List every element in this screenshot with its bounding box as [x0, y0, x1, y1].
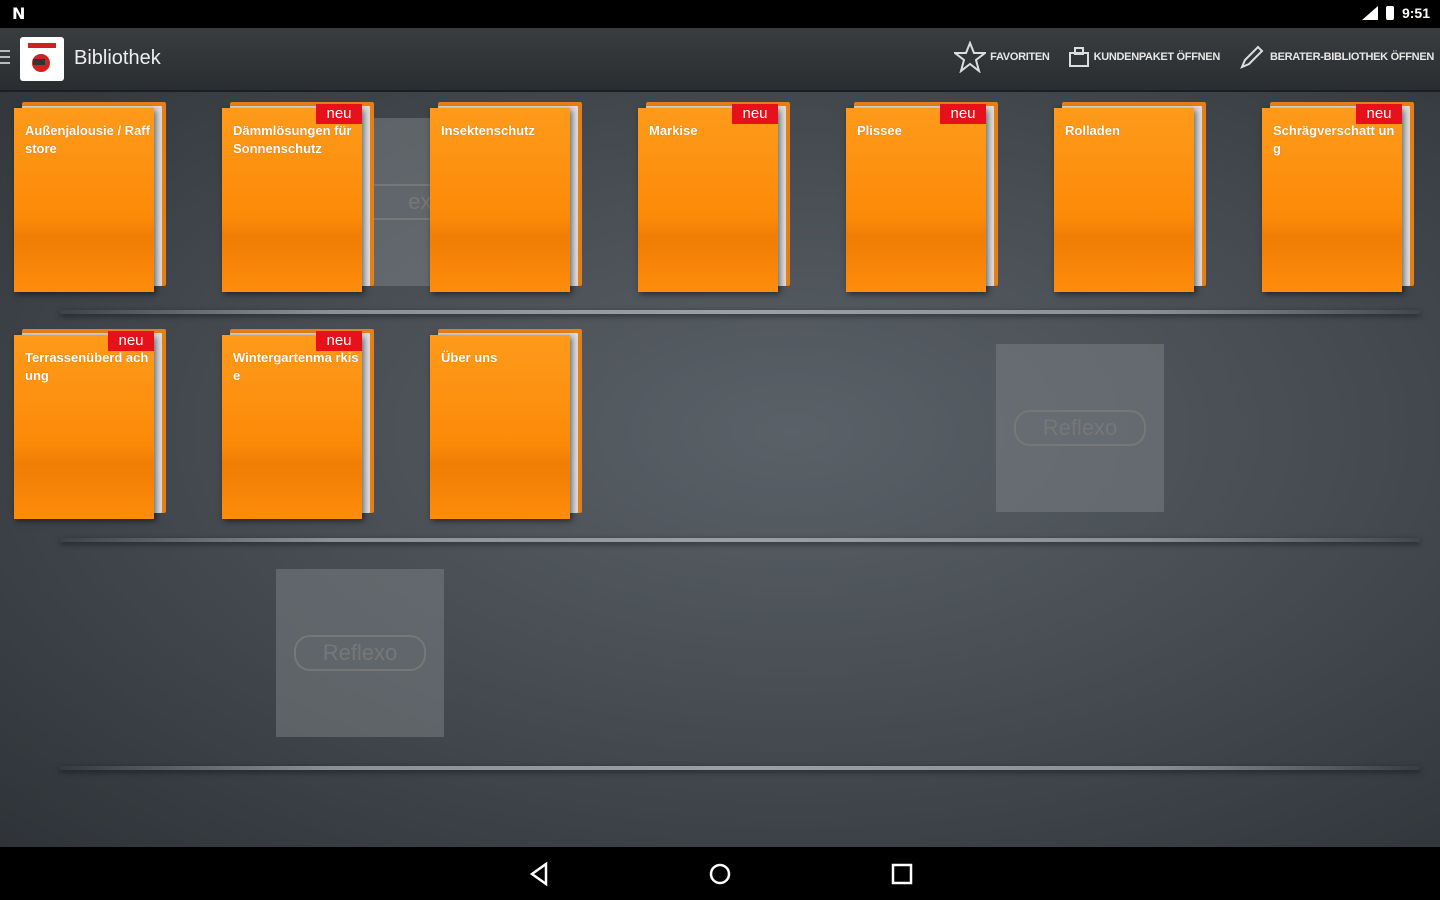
pencil-icon: [1240, 45, 1264, 69]
shelf-divider: [60, 310, 1420, 314]
folder-daemmloesungen[interactable]: Dämmlösungen für Sonnenschutz neu: [222, 102, 374, 292]
signal-icon: [1361, 6, 1378, 20]
package-icon: [1068, 47, 1089, 67]
back-icon[interactable]: [526, 861, 552, 887]
folder-aussenjalousie[interactable]: Außenjalousie / Raffstore: [14, 102, 166, 292]
page-title: Bibliothek: [74, 47, 161, 69]
open-customer-package-label: KUNDENPAKET ÖFFNEN: [1093, 51, 1221, 63]
star-icon: [954, 41, 987, 73]
status-icons: 9:51: [1361, 5, 1430, 21]
status-bar: N 9:51: [0, 0, 1440, 28]
folder-insektenschutz[interactable]: Insektenschutz: [430, 102, 582, 292]
folder-schraegverschattung[interactable]: Schrägverschatt ung neu: [1262, 102, 1414, 292]
new-badge: neu: [732, 104, 778, 124]
folder-label: Insektenschutz: [441, 123, 535, 138]
recent-apps-icon[interactable]: [889, 861, 915, 887]
home-icon[interactable]: [707, 861, 733, 887]
folder-label: Wintergartenma rkise: [233, 350, 359, 383]
folder-label: Außenjalousie / Raffstore: [25, 123, 150, 156]
library-shelf[interactable]: exo Außenjalousie / Raffstore Dämmlösung…: [0, 92, 1440, 847]
placeholder-tile: Reflexo: [276, 569, 444, 737]
new-badge: neu: [108, 331, 154, 351]
open-advisor-library-label: BERATER-BIBLIOTHEK ÖFFNEN: [1269, 51, 1434, 63]
folder-label: Schrägverschatt ung: [1273, 123, 1395, 156]
folder-label: Dämmlösungen für Sonnenschutz: [233, 123, 352, 156]
folder-label: Rolladen: [1065, 123, 1120, 138]
action-bar-actions: FAVORITEN KUNDENPAKET ÖFFNEN BERATER-BIB…: [954, 41, 1434, 73]
navigation-bar: [0, 847, 1440, 900]
battery-icon: [1385, 6, 1394, 20]
shelf-divider: [60, 538, 1420, 542]
folder-label: Markise: [649, 123, 698, 138]
folder-label: Plissee: [857, 123, 902, 138]
reflexo-logo: Reflexo: [294, 635, 426, 671]
folder-label: Über uns: [441, 350, 498, 365]
app-logo-icon[interactable]: [20, 37, 64, 81]
favorites-label: FAVORITEN: [990, 51, 1050, 63]
new-badge: neu: [316, 104, 362, 124]
folder-rolladen[interactable]: Rolladen: [1054, 102, 1206, 292]
new-badge: neu: [1356, 104, 1402, 124]
folder-markise[interactable]: Markise neu: [638, 102, 790, 292]
folder-terrassenueberdachung[interactable]: Terrassenüberd achung neu: [14, 329, 166, 519]
folder-label: Terrassenüberd achung: [25, 350, 149, 383]
notification-icon: N: [12, 4, 26, 23]
open-advisor-library-button[interactable]: BERATER-BIBLIOTHEK ÖFFNEN: [1238, 43, 1434, 71]
favorites-button[interactable]: FAVORITEN: [954, 41, 1050, 73]
new-badge: neu: [940, 104, 986, 124]
folder-ueber-uns[interactable]: Über uns: [430, 329, 582, 519]
open-customer-package-button[interactable]: KUNDENPAKET ÖFFNEN: [1068, 46, 1220, 68]
folder-plissee[interactable]: Plissee neu: [846, 102, 998, 292]
status-time: 9:51: [1401, 5, 1430, 21]
new-badge: neu: [316, 331, 362, 351]
action-bar: Bibliothek FAVORITEN KUNDENPAKET ÖFFNEN …: [0, 28, 1440, 92]
placeholder-tile: Reflexo: [996, 344, 1164, 512]
reflexo-logo: Reflexo: [1014, 410, 1146, 446]
shelf-divider: [60, 766, 1420, 770]
drawer-menu-icon[interactable]: [0, 50, 10, 64]
folder-wintergartenmarkise[interactable]: Wintergartenma rkise neu: [222, 329, 374, 519]
